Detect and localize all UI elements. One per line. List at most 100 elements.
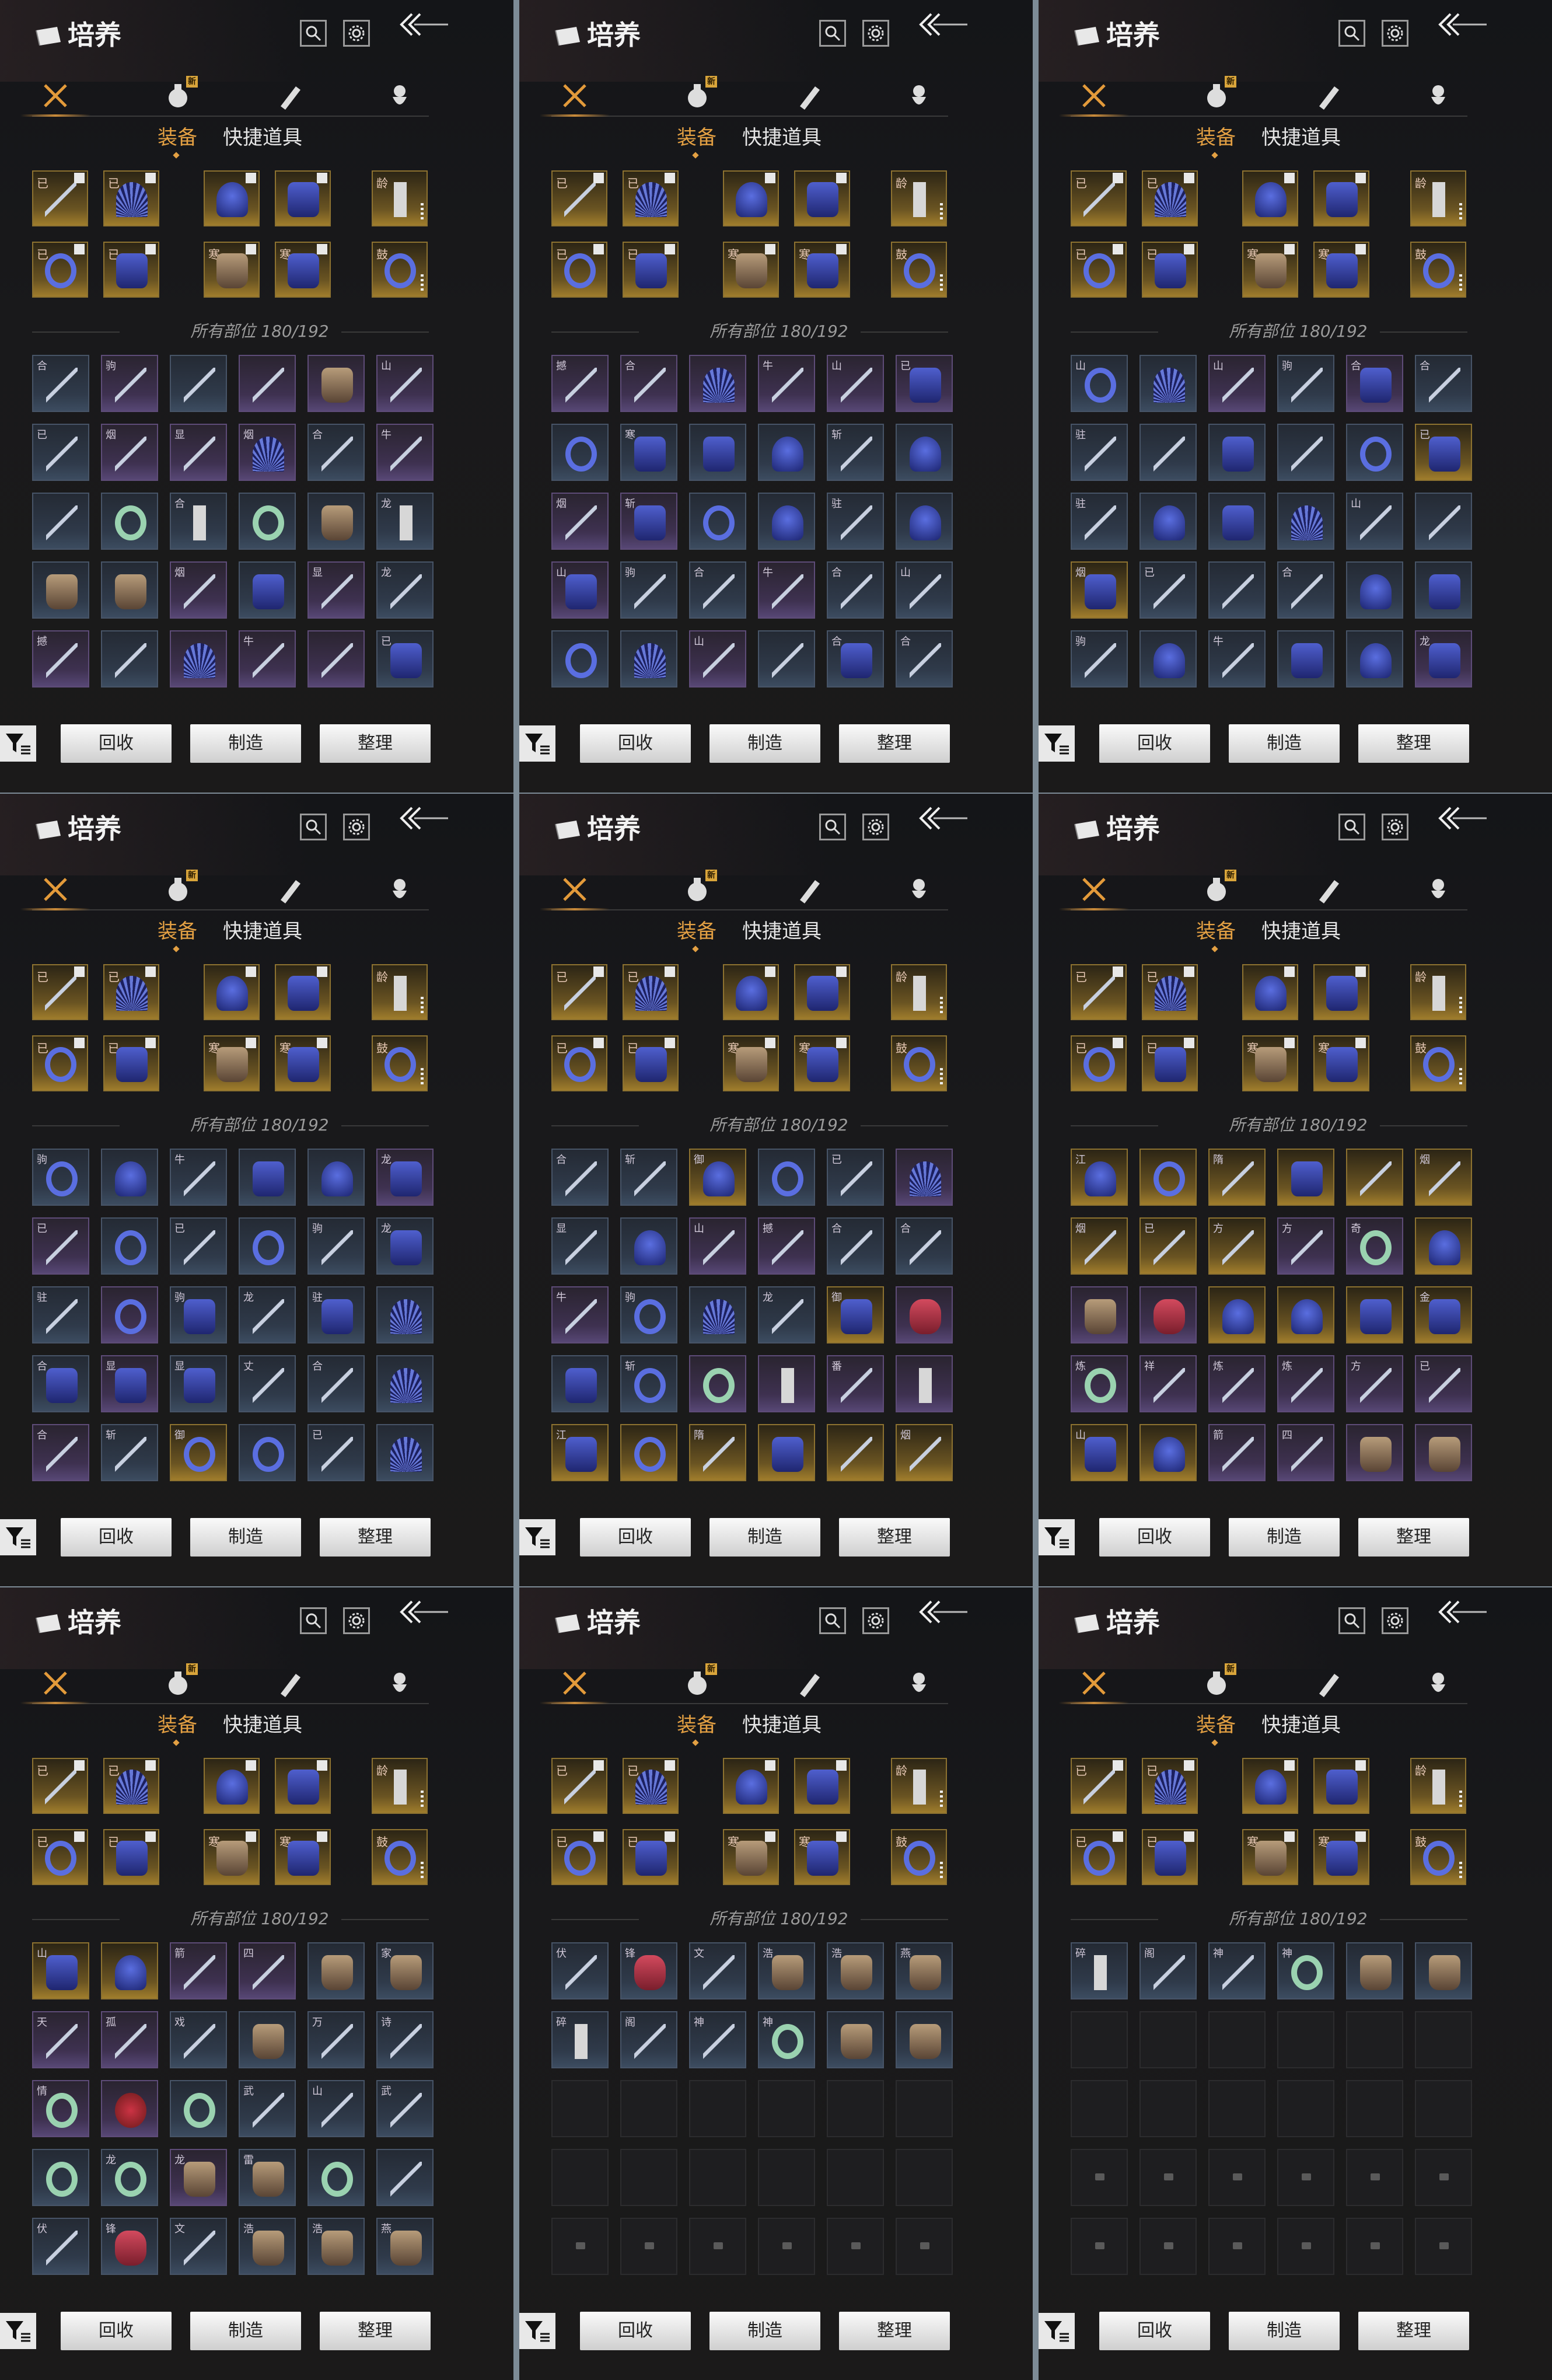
tab-weapon-icon[interactable]: [20, 873, 90, 910]
equipped-slot[interactable]: 已: [32, 1035, 88, 1091]
equipped-slot[interactable]: [723, 964, 779, 1020]
equipped-slot[interactable]: 寒: [723, 1035, 779, 1091]
inventory-item[interactable]: [896, 493, 953, 550]
back-arrow-icon[interactable]: [1433, 8, 1491, 49]
locked-slot[interactable]: [1139, 2149, 1197, 2206]
inventory-item[interactable]: 烟: [1415, 1149, 1472, 1206]
locked-slot[interactable]: [1346, 2149, 1403, 2206]
equipped-slot[interactable]: [794, 964, 850, 1020]
equipped-slot[interactable]: 已: [32, 1758, 88, 1814]
inventory-item[interactable]: [101, 1149, 158, 1206]
craft-button[interactable]: 制造: [1229, 2312, 1340, 2350]
inventory-item[interactable]: [32, 2149, 89, 2206]
locked-slot[interactable]: [1415, 2149, 1472, 2206]
locked-slot[interactable]: [1208, 2218, 1266, 2275]
locked-slot[interactable]: [1415, 2218, 1472, 2275]
inventory-item[interactable]: [101, 493, 158, 550]
inventory-item[interactable]: 显: [551, 1217, 609, 1275]
inventory-item[interactable]: 山: [827, 355, 884, 412]
inventory-item[interactable]: [620, 630, 677, 688]
inventory-item[interactable]: [376, 2149, 434, 2206]
tab-spirit-icon[interactable]: [901, 1667, 936, 1699]
equipped-slot[interactable]: 鼓: [372, 1035, 428, 1091]
inventory-item[interactable]: [1139, 1286, 1197, 1343]
inventory-item[interactable]: 烟: [1071, 561, 1128, 619]
subtab-equipment[interactable]: 装备: [1196, 124, 1236, 152]
inventory-item[interactable]: [1208, 561, 1266, 619]
inventory-item[interactable]: 孤: [101, 2011, 158, 2068]
equipped-slot[interactable]: 已: [551, 1035, 607, 1091]
inventory-item[interactable]: 合: [896, 1217, 953, 1275]
inventory-item[interactable]: 合: [827, 630, 884, 688]
equipped-slot[interactable]: [204, 170, 260, 226]
inventory-item[interactable]: 已: [1139, 1217, 1197, 1275]
filter-icon[interactable]: [519, 725, 555, 762]
inventory-item[interactable]: 合: [896, 630, 953, 688]
inventory-item[interactable]: 阁: [1139, 1942, 1197, 1999]
search-icon[interactable]: [300, 20, 327, 47]
inventory-item[interactable]: [827, 2011, 884, 2068]
subtab-equipment[interactable]: 装备: [158, 917, 197, 945]
settings-gear-icon[interactable]: [1382, 1607, 1408, 1634]
inventory-item[interactable]: [1277, 1286, 1334, 1343]
inventory-item[interactable]: 龙: [758, 1286, 815, 1343]
equipped-slot[interactable]: [275, 964, 331, 1020]
equipped-slot[interactable]: 鼓: [1410, 242, 1466, 298]
equipped-slot[interactable]: 已: [32, 1829, 88, 1885]
equipped-slot[interactable]: [1242, 964, 1298, 1020]
sort-button[interactable]: 整理: [1358, 724, 1469, 763]
inventory-item[interactable]: 锋: [620, 1942, 677, 1999]
search-icon[interactable]: [1338, 20, 1365, 47]
empty-slot[interactable]: [620, 2080, 677, 2137]
equipped-slot[interactable]: 已: [1142, 964, 1198, 1020]
inventory-item[interactable]: [551, 630, 609, 688]
inventory-item[interactable]: [1415, 1424, 1472, 1481]
tab-bag-icon[interactable]: 新: [1199, 76, 1236, 112]
inventory-item[interactable]: 炼: [1277, 1355, 1334, 1412]
inventory-item[interactable]: [1139, 493, 1197, 550]
empty-slot[interactable]: [1277, 2011, 1334, 2068]
equipped-slot[interactable]: [794, 1758, 850, 1814]
equipped-slot[interactable]: 鼓: [1410, 1829, 1466, 1885]
subtab-quick-items[interactable]: 快捷道具: [1261, 1711, 1341, 1739]
equipped-slot[interactable]: 已: [623, 964, 679, 1020]
empty-slot[interactable]: [1071, 2080, 1128, 2137]
inventory-item[interactable]: 武: [376, 2080, 434, 2137]
equipped-slot[interactable]: 鼓: [891, 1829, 947, 1885]
inventory-item[interactable]: [896, 1149, 953, 1206]
inventory-item[interactable]: 箭: [1208, 1424, 1266, 1481]
equipped-slot[interactable]: 已: [551, 242, 607, 298]
inventory-item[interactable]: 神: [1208, 1942, 1266, 1999]
equipped-slot[interactable]: 龄: [1410, 964, 1466, 1020]
inventory-item[interactable]: 合: [689, 561, 746, 619]
inventory-item[interactable]: 龙: [101, 2149, 158, 2206]
inventory-item[interactable]: [1415, 561, 1472, 619]
locked-slot[interactable]: [1277, 2218, 1334, 2275]
inventory-item[interactable]: 显: [170, 1355, 227, 1412]
equipped-slot[interactable]: [794, 170, 850, 226]
inventory-item[interactable]: [1071, 1286, 1128, 1343]
inventory-item[interactable]: [1346, 1424, 1403, 1481]
inventory-item[interactable]: 燕: [896, 1942, 953, 1999]
inventory-item[interactable]: [32, 493, 89, 550]
subtab-equipment[interactable]: 装备: [677, 124, 716, 152]
inventory-item[interactable]: 山: [689, 1217, 746, 1275]
inventory-item[interactable]: 戏: [170, 2011, 227, 2068]
inventory-item[interactable]: 合: [1277, 561, 1334, 619]
inventory-item[interactable]: [307, 493, 365, 550]
inventory-item[interactable]: 神: [758, 2011, 815, 2068]
inventory-item[interactable]: 已: [896, 355, 953, 412]
equipped-slot[interactable]: 龄: [891, 964, 947, 1020]
equipped-slot[interactable]: 已: [103, 964, 159, 1020]
tab-scroll-icon[interactable]: [791, 79, 826, 112]
sort-button[interactable]: 整理: [320, 1518, 431, 1557]
inventory-item[interactable]: [1139, 1149, 1197, 1206]
inventory-item[interactable]: 山: [307, 2080, 365, 2137]
equipped-slot[interactable]: 龄: [372, 170, 428, 226]
inventory-item[interactable]: [101, 2080, 158, 2137]
inventory-item[interactable]: 烟: [1071, 1217, 1128, 1275]
inventory-item[interactable]: 阁: [620, 2011, 677, 2068]
empty-slot[interactable]: [896, 2080, 953, 2137]
equipped-slot[interactable]: 已: [103, 1035, 159, 1091]
locked-slot[interactable]: [896, 2218, 953, 2275]
